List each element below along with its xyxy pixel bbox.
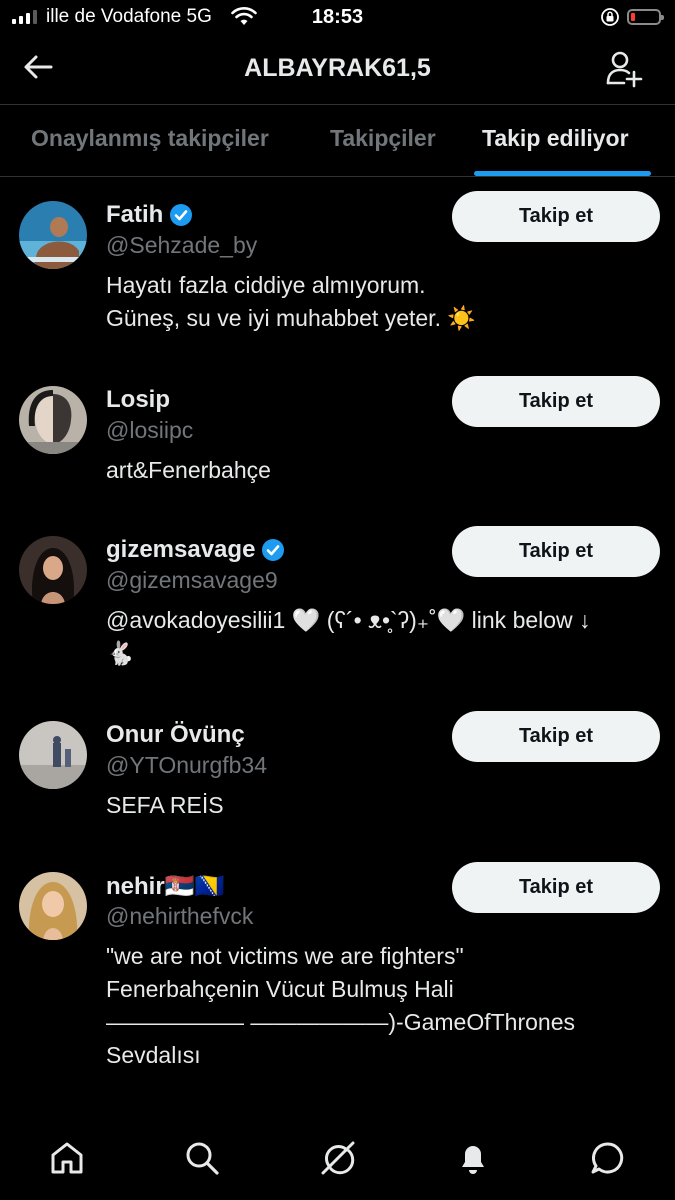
avatar[interactable] (19, 872, 87, 940)
follow-button[interactable]: Takip et (452, 191, 660, 242)
user-bio: "we are not victims we are fighters" Fen… (106, 943, 575, 1068)
verified-badge-icon (170, 204, 193, 226)
add-user-icon[interactable] (604, 50, 644, 88)
tab-followers[interactable]: Takipçiler (330, 125, 436, 152)
tab-bar: Onaylanmış takipçiler Takipçiler Takip e… (0, 105, 675, 176)
battery-icon (627, 9, 664, 25)
clock: 18:53 (311, 6, 364, 28)
follow-button[interactable]: Takip et (452, 711, 660, 762)
verified-badge-icon (262, 539, 285, 561)
home-icon[interactable] (48, 1139, 86, 1177)
user-name[interactable]: Losip (106, 386, 170, 414)
follow-button[interactable]: Takip et (452, 862, 660, 913)
avatar[interactable] (19, 536, 87, 604)
user-name[interactable]: Onur Övünç (106, 721, 245, 749)
avatar[interactable] (19, 721, 87, 789)
follow-button[interactable]: Takip et (452, 376, 660, 427)
tab-verified-followers[interactable]: Onaylanmış takipçiler (31, 125, 269, 152)
user-bio: art&Fenerbahçe (106, 457, 271, 483)
avatar[interactable] (19, 201, 87, 269)
status-bar: ille de Vodafone 5G 18:53 (0, 0, 675, 36)
tabs-divider (0, 176, 675, 177)
tab-following[interactable]: Takip ediliyor (482, 125, 629, 152)
user-handle[interactable]: @YTOnurgfb34 (106, 752, 267, 779)
user-name[interactable]: Fatih (106, 201, 163, 229)
avatar[interactable] (19, 386, 87, 454)
follow-button[interactable]: Takip et (452, 526, 660, 577)
user-handle[interactable]: @losiipc (106, 417, 193, 444)
page-title: ALBAYRAK61,5 (244, 54, 431, 82)
notifications-icon[interactable] (454, 1139, 492, 1177)
messages-icon[interactable] (589, 1139, 627, 1177)
user-name[interactable]: gizemsavage (106, 536, 255, 564)
bottom-nav (0, 1125, 675, 1200)
header: ALBAYRAK61,5 (0, 36, 675, 104)
user-handle[interactable]: @nehirthefvck (106, 903, 253, 930)
user-bio: SEFA REİS (106, 792, 224, 818)
user-handle[interactable]: @Sehzade_by (106, 232, 257, 259)
user-bio: @avokadoyesilii1 🤍 (ʕ´• ᴥ•̥`ʔ)₊˚🤍 link b… (106, 607, 591, 666)
search-icon[interactable] (183, 1139, 221, 1177)
spaces-icon[interactable] (319, 1139, 357, 1177)
user-name[interactable]: nehir🇷🇸🇧🇦 (106, 872, 224, 901)
rotation-lock-icon (601, 8, 619, 26)
user-handle[interactable]: @gizemsavage9 (106, 567, 278, 594)
user-bio: Hayatı fazla ciddiye almıyorum. Güneş, s… (106, 272, 476, 331)
